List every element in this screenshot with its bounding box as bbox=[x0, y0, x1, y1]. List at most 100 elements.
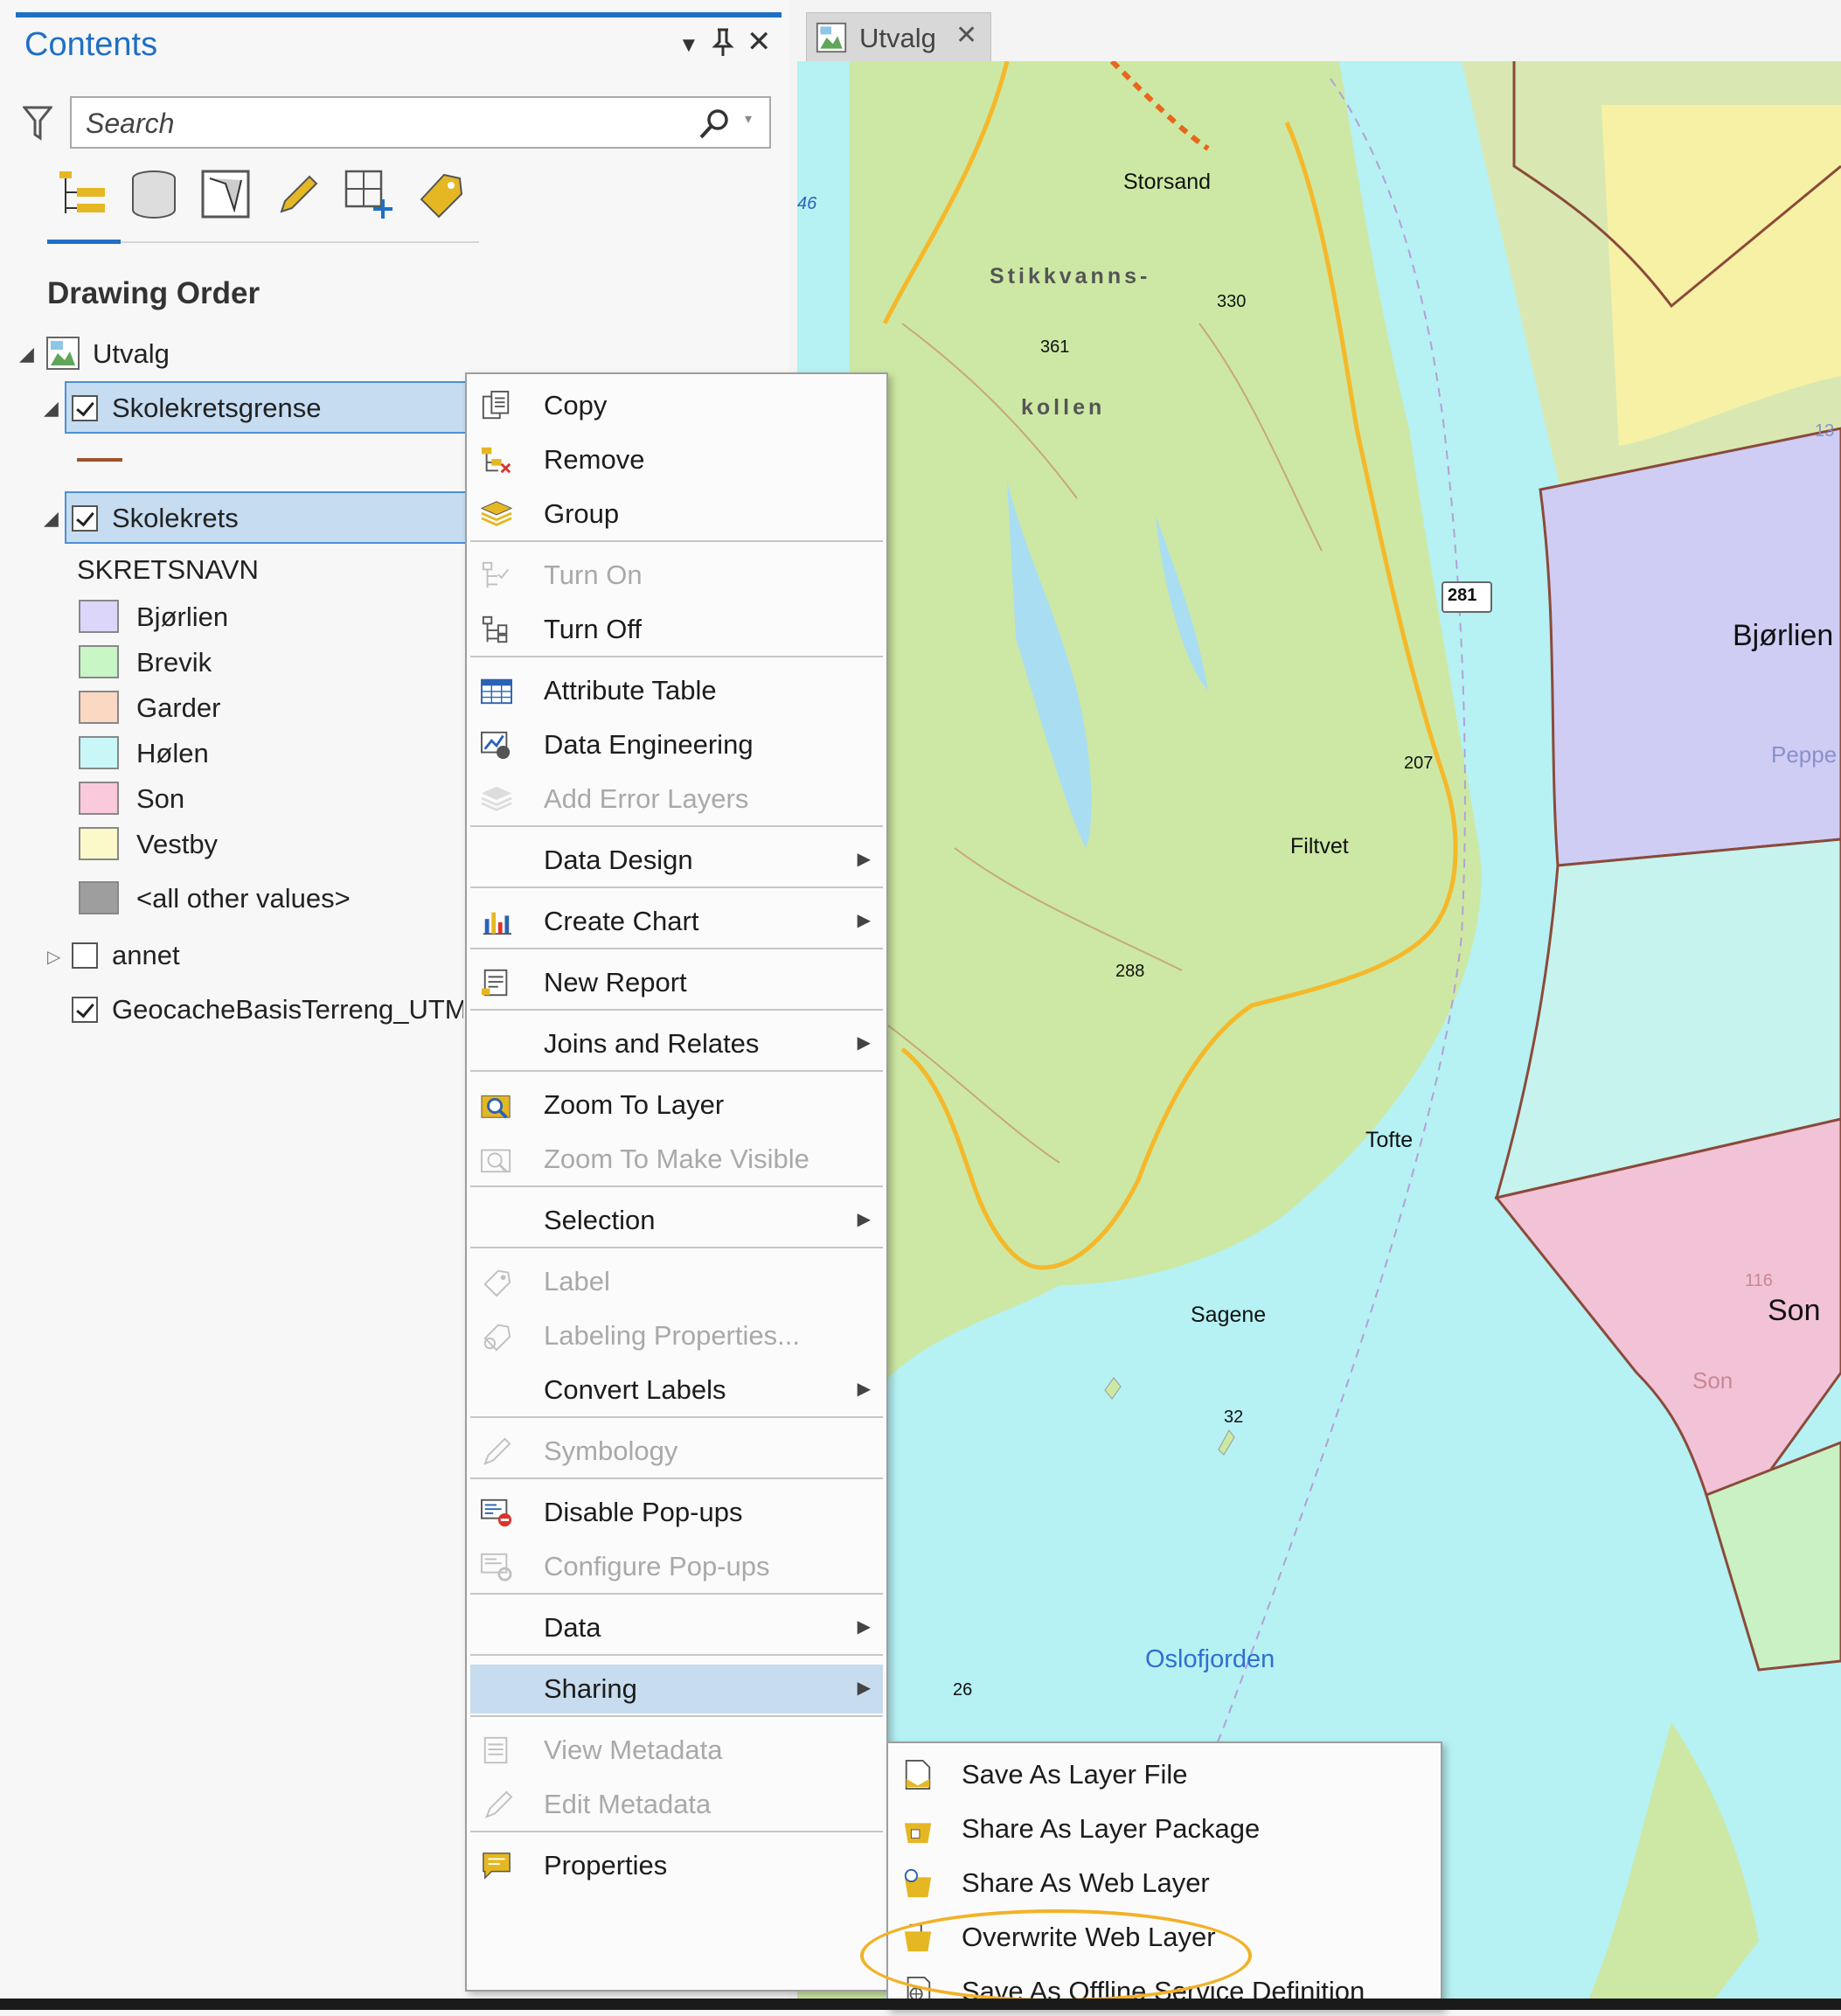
search-input[interactable] bbox=[84, 105, 699, 142]
legend-swatch[interactable] bbox=[79, 645, 119, 678]
menu-item-turn-on[interactable]: Turn On bbox=[470, 551, 883, 600]
layer-name[interactable]: GeocacheBasisTerreng_UTM32 bbox=[112, 994, 463, 1025]
submenu-arrow-icon: ▶ bbox=[857, 850, 871, 869]
search-options-icon[interactable]: ▾ bbox=[745, 110, 752, 128]
zoom-visible-icon bbox=[479, 1144, 514, 1175]
pane-menu-icon[interactable]: ▼ bbox=[678, 33, 699, 58]
legend-swatch[interactable] bbox=[79, 600, 119, 633]
close-tab-icon[interactable]: ✕ bbox=[955, 20, 977, 51]
menu-item-data[interactable]: Data ▶ bbox=[470, 1603, 883, 1652]
visibility-checkbox[interactable] bbox=[72, 395, 98, 421]
menu-item-create-chart[interactable]: Create Chart ▶ bbox=[470, 897, 883, 946]
expand-arrow-icon[interactable]: ▷ bbox=[47, 946, 60, 968]
layer-name[interactable]: Skolekrets bbox=[112, 503, 239, 534]
submenu-arrow-icon: ▶ bbox=[857, 1033, 871, 1053]
symbology-field-name: SKRETSNAVN bbox=[77, 554, 259, 585]
layer-name[interactable]: Skolekretsgrense bbox=[112, 393, 322, 424]
menu-item-turn-off[interactable]: Turn Off bbox=[470, 605, 883, 654]
place-label: Sagene bbox=[1191, 1303, 1267, 1327]
visibility-checkbox[interactable] bbox=[72, 505, 98, 532]
configure-popups-icon bbox=[479, 1551, 514, 1582]
map-view[interactable]: Storsand Stikkvanns- 330 361 46 kollen 2… bbox=[797, 61, 1841, 2010]
menu-item-label: Zoom To Make Visible bbox=[544, 1144, 809, 1174]
list-by-editing-icon[interactable] bbox=[269, 166, 325, 222]
menu-item-sharing[interactable]: Sharing ▶ bbox=[470, 1665, 883, 1714]
layer-name[interactable]: annet bbox=[112, 940, 180, 971]
menu-item-label: Turn Off bbox=[544, 614, 642, 644]
legend-label[interactable]: Son bbox=[136, 783, 184, 815]
map-tab[interactable]: Utvalg ✕ bbox=[806, 12, 991, 62]
close-pane-icon[interactable]: ✕ bbox=[747, 24, 772, 59]
copy-icon bbox=[479, 390, 514, 421]
list-by-drawing-order-icon[interactable] bbox=[54, 166, 110, 222]
visibility-checkbox[interactable] bbox=[72, 997, 98, 1023]
menu-item-data-engineering[interactable]: Data Engineering bbox=[470, 720, 883, 769]
visibility-checkbox[interactable] bbox=[72, 942, 98, 969]
menu-item-label: New Report bbox=[544, 967, 687, 998]
menu-item-joins-and-relates[interactable]: Joins and Relates ▶ bbox=[470, 1019, 883, 1068]
layer-package-icon bbox=[900, 1813, 935, 1845]
search-box[interactable]: ▾ bbox=[70, 96, 771, 149]
menu-item-edit-metadata[interactable]: Edit Metadata bbox=[470, 1780, 883, 1829]
menu-item-symbology[interactable]: Symbology bbox=[470, 1427, 883, 1476]
menu-item-label: Data Engineering bbox=[544, 729, 754, 760]
menu-item-configure-pop-ups[interactable]: Configure Pop-ups bbox=[470, 1542, 883, 1591]
legend-swatch[interactable] bbox=[79, 881, 119, 914]
submenu-arrow-icon: ▶ bbox=[857, 1210, 871, 1229]
menu-item-selection[interactable]: Selection ▶ bbox=[470, 1196, 883, 1245]
elevation-label: 116 bbox=[1745, 1271, 1773, 1290]
menu-item-attribute-table[interactable]: Attribute Table bbox=[470, 666, 883, 715]
legend-label[interactable]: <all other values> bbox=[136, 883, 351, 914]
legend-swatch[interactable] bbox=[79, 827, 119, 860]
legend-swatch[interactable] bbox=[79, 691, 119, 724]
menu-item-label: Convert Labels bbox=[544, 1374, 726, 1405]
menu-item-disable-pop-ups[interactable]: Disable Pop-ups bbox=[470, 1488, 883, 1537]
legend-swatch[interactable] bbox=[79, 736, 119, 769]
menu-item-remove[interactable]: Remove bbox=[470, 435, 883, 484]
legend-label[interactable]: Vestby bbox=[136, 829, 218, 860]
submenu-item-save-as-layer-file[interactable]: Save As Layer File bbox=[892, 1750, 1441, 1799]
map-canvas bbox=[797, 61, 1841, 2010]
collapse-arrow-icon[interactable]: ◢ bbox=[44, 397, 59, 420]
search-icon[interactable] bbox=[698, 107, 733, 146]
legend-swatch[interactable] bbox=[79, 782, 119, 815]
menu-item-group[interactable]: Group bbox=[470, 490, 883, 539]
collapse-arrow-icon[interactable]: ◢ bbox=[19, 343, 34, 365]
map-name[interactable]: Utvalg bbox=[93, 338, 170, 370]
collapse-arrow-icon[interactable]: ◢ bbox=[44, 507, 59, 530]
legend-label[interactable]: Brevik bbox=[136, 647, 212, 678]
list-by-labeling-icon[interactable] bbox=[413, 166, 469, 222]
legend-label[interactable]: Hølen bbox=[136, 738, 209, 769]
menu-item-add-error-layers[interactable]: Add Error Layers bbox=[470, 775, 883, 824]
menu-separator bbox=[470, 1593, 883, 1595]
menu-item-copy[interactable]: Copy bbox=[470, 381, 883, 430]
legend-label[interactable]: Garder bbox=[136, 692, 220, 724]
group-icon bbox=[479, 498, 514, 530]
menu-item-convert-labels[interactable]: Convert Labels ▶ bbox=[470, 1366, 883, 1415]
menu-item-labeling-properties[interactable]: Labeling Properties... bbox=[470, 1311, 883, 1360]
district-label: Son bbox=[1768, 1294, 1821, 1327]
pin-icon[interactable] bbox=[712, 28, 734, 65]
menu-item-new-report[interactable]: New Report bbox=[470, 958, 883, 1007]
menu-item-view-metadata[interactable]: View Metadata bbox=[470, 1726, 883, 1775]
menu-item-zoom-to-layer[interactable]: Zoom To Layer bbox=[470, 1081, 883, 1130]
elevation-label: 288 bbox=[1115, 962, 1145, 981]
table-icon bbox=[479, 675, 514, 706]
error-layers-icon bbox=[479, 783, 514, 815]
list-by-snapping-icon[interactable] bbox=[341, 166, 397, 222]
menu-item-label: Zoom To Layer bbox=[544, 1089, 725, 1120]
menu-item-zoom-to-make-visible[interactable]: Zoom To Make Visible bbox=[470, 1135, 883, 1184]
legend-label[interactable]: Bjørlien bbox=[136, 601, 228, 633]
metadata-icon bbox=[479, 1734, 514, 1766]
list-by-selection-icon[interactable] bbox=[198, 166, 254, 222]
menu-item-data-design[interactable]: Data Design ▶ bbox=[470, 836, 883, 885]
pane-accent-bar bbox=[16, 12, 782, 17]
submenu-item-share-as-layer-package[interactable]: Share As Layer Package bbox=[892, 1804, 1441, 1853]
list-by-source-icon[interactable] bbox=[126, 166, 182, 222]
callout-ellipse bbox=[860, 1909, 1252, 2002]
menu-item-label[interactable]: Label bbox=[470, 1257, 883, 1306]
menu-item-properties[interactable]: Properties bbox=[470, 1841, 883, 1890]
filter-icon[interactable] bbox=[21, 105, 54, 146]
submenu-item-share-as-web-layer[interactable]: Share As Web Layer bbox=[892, 1859, 1441, 1908]
disable-popups-icon bbox=[479, 1497, 514, 1528]
